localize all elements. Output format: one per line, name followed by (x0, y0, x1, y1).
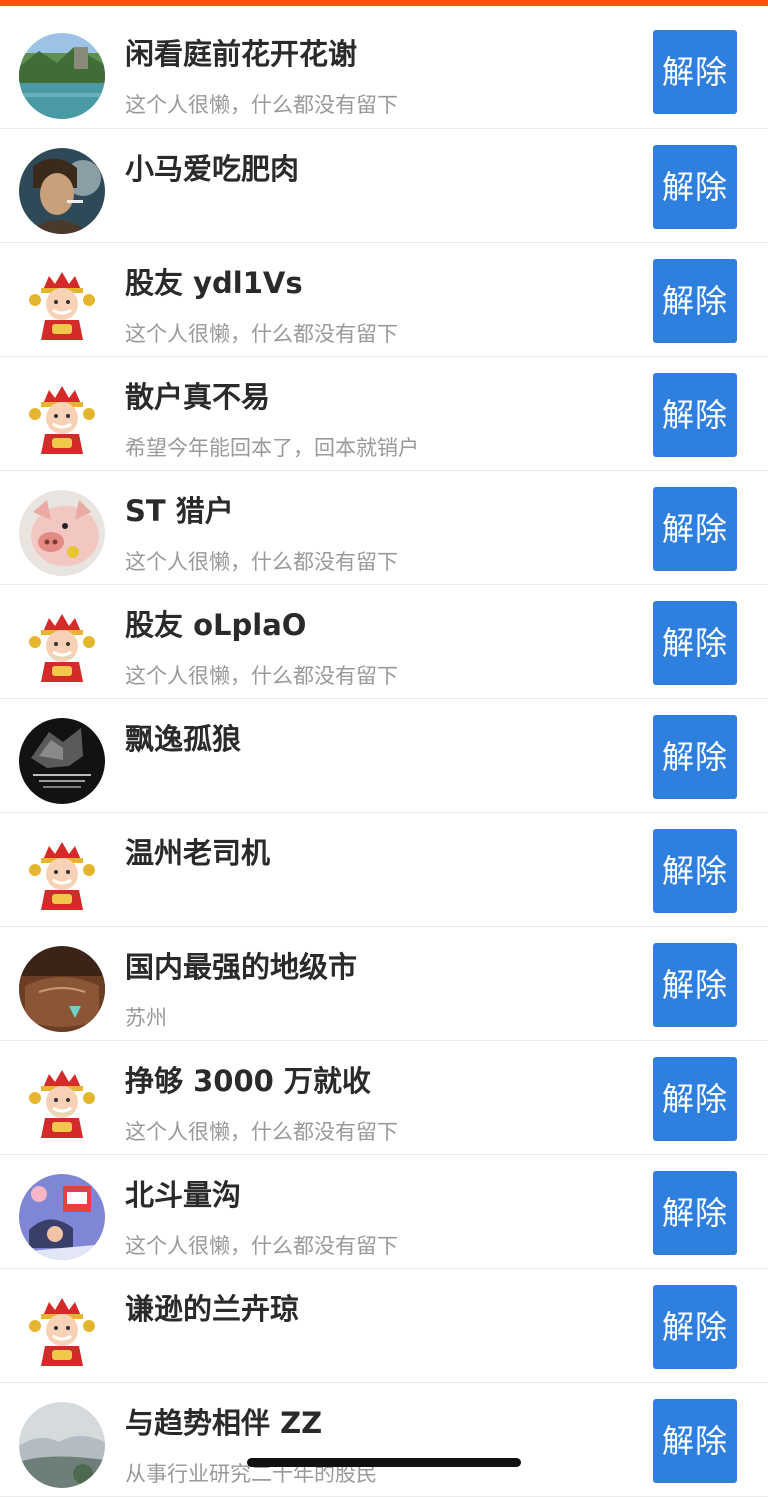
user-signature: 苏州 (125, 1006, 167, 1030)
fortune-god-avatar[interactable] (19, 376, 105, 462)
home-indicator (247, 1458, 521, 1467)
unblock-button[interactable]: 解除 (653, 1285, 737, 1369)
user-signature: 这个人很懒，什么都没有留下 (125, 1120, 398, 1144)
unblock-button[interactable]: 解除 (653, 715, 737, 799)
pig-avatar[interactable] (19, 490, 105, 576)
fortune-god-avatar[interactable] (19, 832, 105, 918)
mountain-mist-avatar[interactable] (19, 1402, 105, 1488)
user-row[interactable]: 闲看庭前花开花谢这个人很懒，什么都没有留下 解除 (0, 14, 768, 129)
user-row[interactable]: 国内最强的地级市苏州 解除 (0, 927, 768, 1041)
user-name[interactable]: 散户真不易 (125, 379, 270, 415)
cartoon-avatar[interactable] (19, 1174, 105, 1260)
user-signature: 这个人很懒，什么都没有留下 (125, 322, 398, 346)
user-signature: 希望今年能回本了，回本就销户 (125, 436, 419, 460)
user-row[interactable]: 股友 ydl1Vs 这个人很懒，什么都没有留下 解除 (0, 243, 768, 357)
user-name[interactable]: 股友 ydl1Vs (125, 265, 303, 301)
unblock-button[interactable]: 解除 (653, 259, 737, 343)
fortune-god-avatar[interactable] (19, 604, 105, 690)
user-signature: 这个人很懒，什么都没有留下 (125, 550, 398, 574)
blocked-user-list: 闲看庭前花开花谢 这个人很懒，什么都没有留下 解除 小马爱吃肥肉 解除 股友 ydl1Vs… (0, 14, 768, 1497)
user-name[interactable]: 挣够 3000 万就收 (125, 1063, 371, 1099)
smoking-man-avatar[interactable] (19, 148, 105, 234)
antique-vase-avatar[interactable] (19, 946, 105, 1032)
user-name[interactable]: ST 猎户 (125, 493, 234, 529)
unblock-button[interactable]: 解除 (653, 829, 737, 913)
unblock-button[interactable]: 解除 (653, 373, 737, 457)
unblock-button[interactable]: 解除 (653, 1057, 737, 1141)
wolf-avatar[interactable] (19, 718, 105, 804)
unblock-button[interactable]: 解除 (653, 1171, 737, 1255)
user-name[interactable]: 北斗量沟 (125, 1177, 241, 1213)
user-name[interactable]: 与趋势相伴 ZZ (125, 1405, 322, 1441)
fortune-god-avatar[interactable] (19, 1060, 105, 1146)
user-row[interactable]: 与趋势相伴 ZZ 从事行业研究二十年的股民 解除 (0, 1383, 768, 1497)
fortune-god-avatar[interactable] (19, 262, 105, 348)
user-row[interactable]: ST 猎户这个人很懒，什么都没有留下 解除 (0, 471, 768, 585)
top-accent-bar (0, 0, 768, 6)
user-name[interactable]: 小马爱吃肥肉 (125, 151, 299, 187)
unblock-button[interactable]: 解除 (653, 1399, 737, 1483)
user-row[interactable]: 股友 oLplaO 这个人很懒，什么都没有留下 解除 (0, 585, 768, 699)
user-name[interactable]: 股友 oLplaO (125, 607, 306, 643)
user-signature: 这个人很懒，什么都没有留下 (125, 1234, 398, 1258)
user-row[interactable]: 温州老司机 解除 (0, 813, 768, 927)
user-row[interactable]: 挣够 3000 万就收这个人很懒，什么都没有留下 解除 (0, 1041, 768, 1155)
unblock-button[interactable]: 解除 (653, 943, 737, 1027)
user-row[interactable]: 散户真不易希望今年能回本了，回本就销户 解除 (0, 357, 768, 471)
user-name[interactable]: 飘逸孤狼 (125, 721, 241, 757)
user-name[interactable]: 国内最强的地级市 (125, 949, 357, 985)
user-row[interactable]: 飘逸孤狼 解除 (0, 699, 768, 813)
user-name[interactable]: 温州老司机 (125, 835, 270, 871)
fortune-god-avatar[interactable] (19, 1288, 105, 1374)
user-row[interactable]: 谦逊的兰卉琼 解除 (0, 1269, 768, 1383)
unblock-button[interactable]: 解除 (653, 145, 737, 229)
user-row[interactable]: 北斗量沟这个人很懒，什么都没有留下 解除 (0, 1155, 768, 1269)
unblock-button[interactable]: 解除 (653, 30, 737, 114)
user-signature: 这个人很懒，什么都没有留下 (125, 93, 398, 117)
user-name[interactable]: 谦逊的兰卉琼 (125, 1291, 299, 1327)
unblock-button[interactable]: 解除 (653, 601, 737, 685)
user-name[interactable]: 闲看庭前花开花谢 (125, 36, 357, 72)
user-row[interactable]: 小马爱吃肥肉 解除 (0, 129, 768, 243)
user-signature: 这个人很懒，什么都没有留下 (125, 664, 398, 688)
unblock-button[interactable]: 解除 (653, 487, 737, 571)
landscape-avatar[interactable] (19, 33, 105, 119)
